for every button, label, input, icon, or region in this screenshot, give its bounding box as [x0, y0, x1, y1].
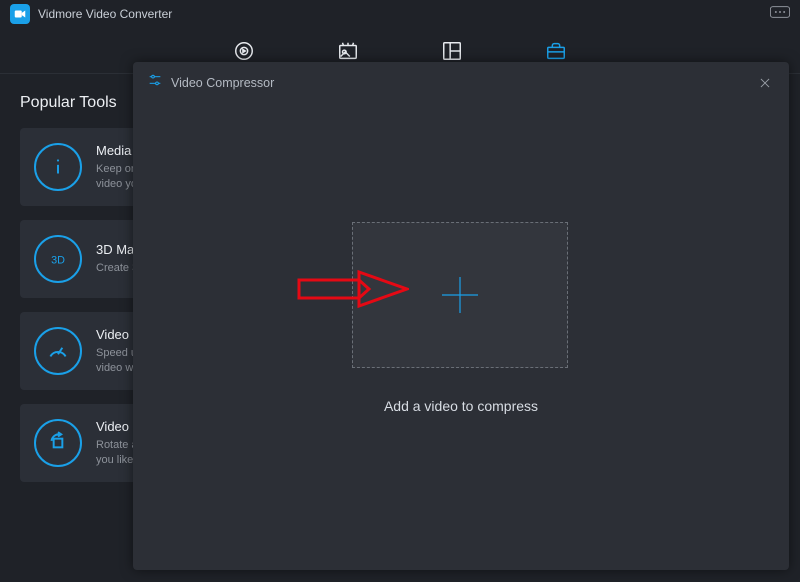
plus-icon: [438, 273, 482, 317]
add-video-dropzone[interactable]: [352, 222, 568, 368]
menu-icon[interactable]: [770, 5, 790, 23]
svg-text:3D: 3D: [51, 254, 65, 266]
sliders-icon: [147, 72, 163, 93]
app-title: Vidmore Video Converter: [38, 7, 172, 21]
titlebar: Vidmore Video Converter: [0, 0, 800, 28]
modal-title: Video Compressor: [171, 76, 274, 90]
close-button[interactable]: [755, 73, 775, 93]
drop-caption: Add a video to compress: [133, 398, 789, 414]
info-icon: [34, 143, 82, 191]
app-icon: [10, 4, 30, 24]
speed-icon: [34, 327, 82, 375]
three-d-icon: 3D: [34, 235, 82, 283]
rotate-icon: [34, 419, 82, 467]
video-compressor-modal: Video Compressor Add a video to compress: [133, 62, 789, 570]
